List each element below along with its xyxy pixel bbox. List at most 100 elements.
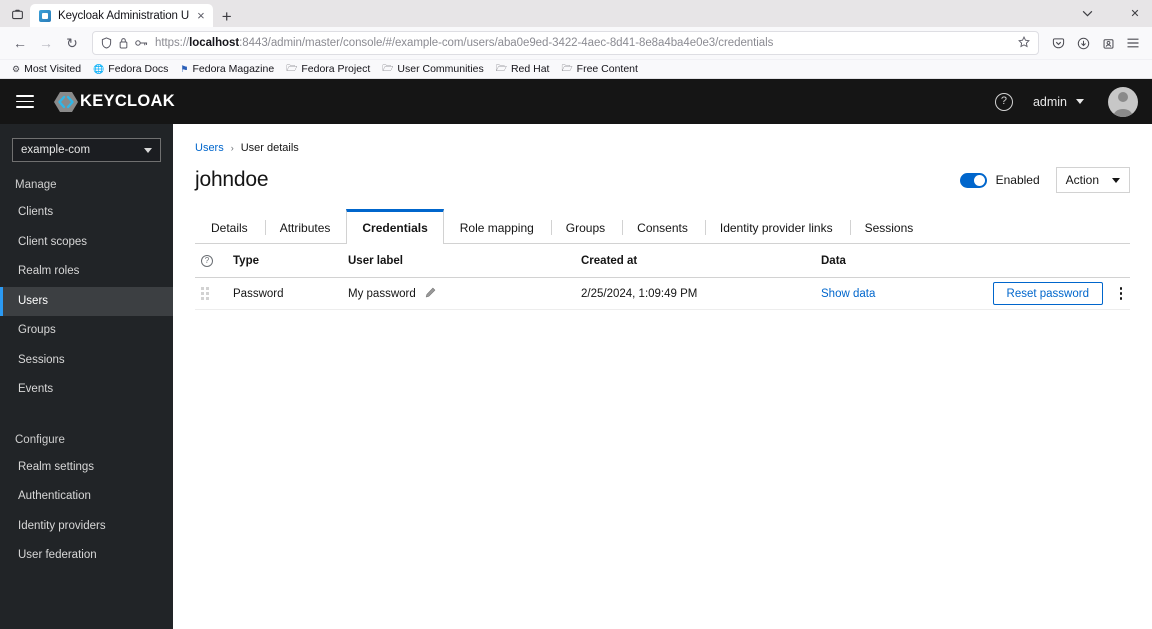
column-header-user-label: User label <box>348 254 403 267</box>
tab-attributes[interactable]: Attributes <box>264 209 347 243</box>
user-name: admin <box>1032 94 1067 109</box>
table-header-info: ? <box>195 254 233 267</box>
sidebar-item-identity-providers[interactable]: Identity providers <box>0 512 173 542</box>
lock-icon[interactable] <box>119 37 128 49</box>
cell-type: Password <box>233 287 284 300</box>
bookmark-label: Fedora Magazine <box>192 63 275 75</box>
realm-selector-wrap: example-com <box>0 134 173 172</box>
folder-icon: 🗁 <box>286 63 298 73</box>
enabled-label: Enabled <box>995 173 1040 187</box>
tab-details[interactable]: Details <box>195 209 264 243</box>
hamburger-icon[interactable] <box>10 87 40 117</box>
breadcrumb: Users › User details <box>195 142 1130 154</box>
table-header-row: ? Type User label Created at Data <box>195 244 1130 278</box>
pencil-icon[interactable] <box>425 287 436 301</box>
tab-consents[interactable]: Consents <box>621 209 704 243</box>
sidebar-item-events[interactable]: Events <box>0 375 173 405</box>
user-label-text: My password <box>348 287 416 300</box>
bookmark-label: Fedora Project <box>301 63 371 75</box>
keycloak-logo[interactable]: KEYCLOAK <box>53 90 175 114</box>
tab-role-mapping[interactable]: Role mapping <box>444 209 550 243</box>
browser-window: Keycloak Administration U × + ✕ ← → ↻ ht… <box>0 0 1152 629</box>
bookmark-red-hat[interactable]: 🗁 Red Hat <box>491 60 555 78</box>
close-icon[interactable]: × <box>196 9 206 22</box>
tab-sessions[interactable]: Sessions <box>849 209 930 243</box>
bookmark-free-content[interactable]: 🗁 Free Content <box>556 60 642 78</box>
browser-tab-title: Keycloak Administration U <box>58 9 190 22</box>
sidebar-item-realm-roles[interactable]: Realm roles <box>0 257 173 287</box>
tab-groups[interactable]: Groups <box>550 209 621 243</box>
pocket-icon[interactable] <box>1047 32 1069 54</box>
tab-bar: Details Attributes Credentials Role mapp… <box>195 209 1130 244</box>
breadcrumb-users-link[interactable]: Users <box>195 142 224 154</box>
bookmark-label: Fedora Docs <box>108 63 169 75</box>
action-dropdown[interactable]: Action <box>1055 167 1130 193</box>
bookmark-fedora-project[interactable]: 🗁 Fedora Project <box>281 60 375 78</box>
column-header-type: Type <box>233 254 259 267</box>
realm-selector[interactable]: example-com <box>12 138 161 162</box>
main-content: Users › User details johndoe Enabled Act… <box>173 124 1152 629</box>
bookmark-most-visited[interactable]: ⚙ Most Visited <box>7 62 86 76</box>
drag-handle-icon[interactable] <box>195 287 233 300</box>
reload-button[interactable]: ↻ <box>60 31 84 55</box>
url-text: https://localhost:8443/admin/master/cons… <box>155 37 774 49</box>
sidebar-item-client-scopes[interactable]: Client scopes <box>0 228 173 258</box>
gear-icon: ⚙ <box>12 63 21 74</box>
folder-icon: 🗁 <box>495 63 507 73</box>
downloads-icon[interactable] <box>1072 32 1094 54</box>
address-bar[interactable]: https://localhost:8443/admin/master/cons… <box>92 31 1039 55</box>
chevron-down-icon <box>1076 99 1084 104</box>
reset-password-button[interactable]: Reset password <box>992 282 1103 305</box>
table-row: Password My password 2/25/2024, 1:09:49 … <box>195 278 1130 310</box>
app-masthead: KEYCLOAK ? admin <box>0 79 1152 124</box>
breadcrumb-current: User details <box>240 142 299 154</box>
star-icon[interactable] <box>1018 35 1030 51</box>
show-data-link[interactable]: Show data <box>821 288 875 300</box>
bookmark-fedora-docs[interactable]: 🌐 Fedora Docs <box>88 62 173 76</box>
forward-button[interactable]: → <box>34 31 58 55</box>
sidebar-item-authentication[interactable]: Authentication <box>0 482 173 512</box>
user-menu[interactable]: admin <box>1033 95 1084 109</box>
sidebar-item-clients[interactable]: Clients <box>0 198 173 228</box>
credentials-table: ? Type User label Created at Data Passwo… <box>195 244 1130 310</box>
cell-data: Show data <box>821 288 970 300</box>
app-menu-icon[interactable] <box>1122 32 1144 54</box>
enabled-toggle-wrap: Enabled <box>959 172 1040 188</box>
avatar[interactable] <box>1108 86 1138 117</box>
column-header-created-at: Created at <box>581 254 638 267</box>
masthead-right: ? admin <box>994 86 1138 117</box>
keycloak-app: KEYCLOAK ? admin example-com Manage Clie… <box>0 79 1152 629</box>
kebab-menu-icon[interactable] <box>1112 284 1130 303</box>
tab-credentials[interactable]: Credentials <box>346 209 444 244</box>
bookmark-fedora-magazine[interactable]: ⚑ Fedora Magazine <box>175 62 279 76</box>
new-tab-button[interactable]: + <box>213 8 241 27</box>
sidebar-item-users[interactable]: Users <box>0 286 173 317</box>
help-circle-icon[interactable]: ? <box>201 254 213 267</box>
bookmark-label: Free Content <box>576 63 638 75</box>
key-icon[interactable] <box>135 38 148 48</box>
window-controls: ✕ <box>1076 0 1146 27</box>
sidebar-item-groups[interactable]: Groups <box>0 316 173 346</box>
window-close-icon[interactable]: ✕ <box>1124 7 1146 20</box>
question-circle-icon[interactable]: ? <box>994 92 1013 111</box>
sidebar: example-com Manage Clients Client scopes… <box>0 124 173 629</box>
bookmarks-bar: ⚙ Most Visited 🌐 Fedora Docs ⚑ Fedora Ma… <box>0 60 1152 79</box>
app-body: example-com Manage Clients Client scopes… <box>0 124 1152 629</box>
tab-list-icon[interactable] <box>4 3 30 25</box>
column-header-data: Data <box>821 254 846 267</box>
tab-identity-provider-links[interactable]: Identity provider links <box>704 209 849 243</box>
enabled-toggle[interactable] <box>959 172 987 188</box>
browser-tab[interactable]: Keycloak Administration U × <box>30 4 213 27</box>
sidebar-item-user-federation[interactable]: User federation <box>0 541 173 571</box>
account-icon[interactable] <box>1097 32 1119 54</box>
bookmark-user-communities[interactable]: 🗁 User Communities <box>377 60 489 78</box>
brand-text: KEYCLOAK <box>80 92 175 110</box>
folder-icon: 🗁 <box>561 63 573 73</box>
shield-icon[interactable] <box>101 37 112 49</box>
back-button[interactable]: ← <box>8 31 32 55</box>
keycloak-favicon <box>39 9 51 22</box>
sidebar-item-realm-settings[interactable]: Realm settings <box>0 453 173 483</box>
sidebar-item-sessions[interactable]: Sessions <box>0 346 173 376</box>
chevron-down-icon[interactable] <box>1076 8 1098 20</box>
